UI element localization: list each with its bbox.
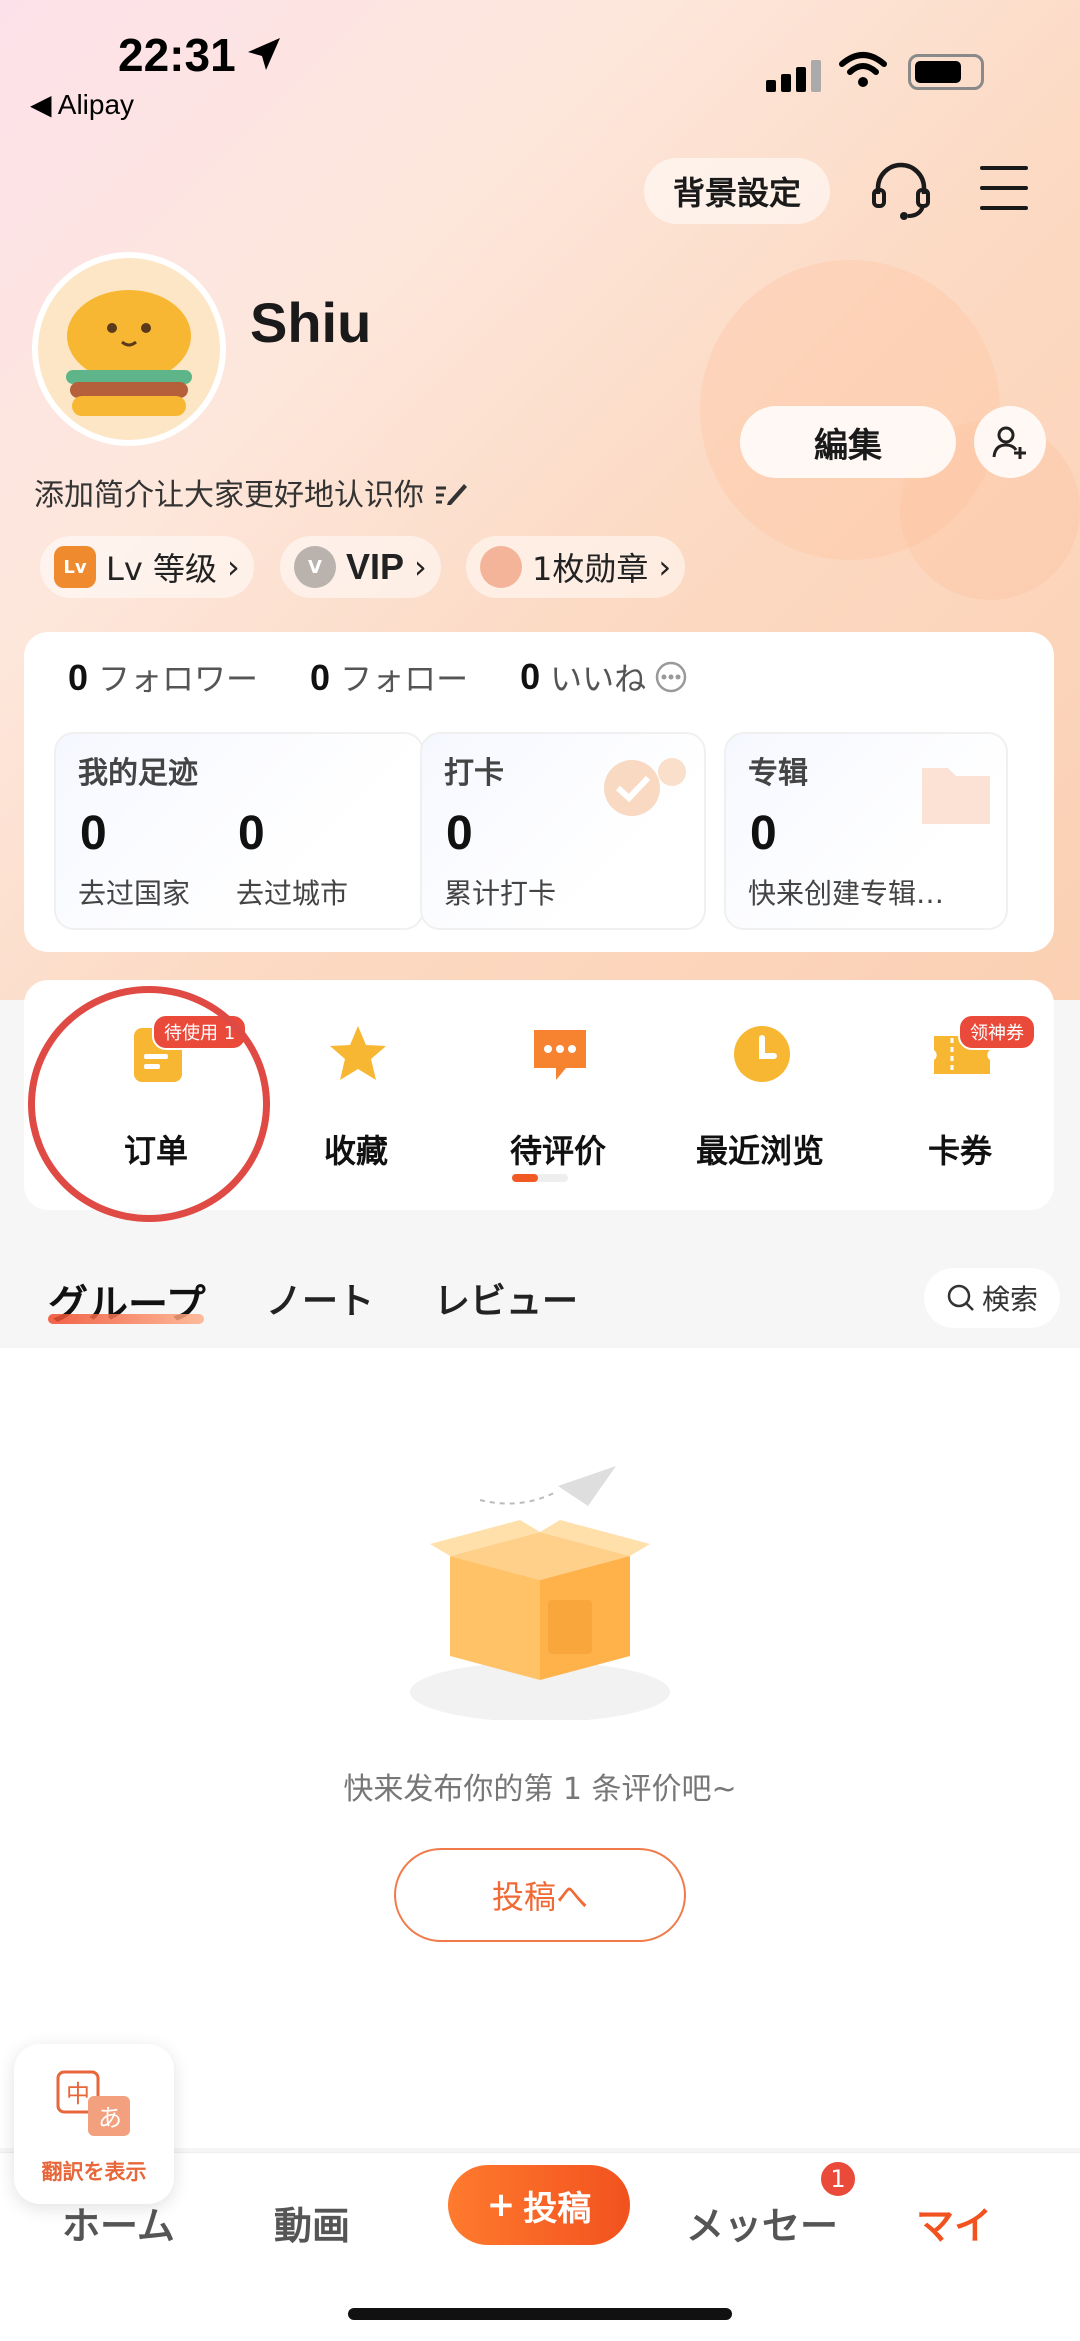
vip-chip[interactable]: V VIP › [280, 536, 441, 598]
checkin-label: 累计打卡 [444, 877, 557, 910]
album-card[interactable]: 专辑 0 快来创建专辑… [724, 732, 1008, 930]
username: Shiu [250, 291, 372, 354]
cities-count: 0 [238, 807, 265, 860]
back-to-app-link[interactable]: ◀ Alipay [30, 88, 134, 121]
coupon-badge: 领神券 [958, 1014, 1036, 1050]
clock-icon [734, 1026, 790, 1082]
checkin-icon [604, 758, 686, 816]
action-recent-views-label: 最近浏览 [695, 1132, 824, 1170]
action-favorites-label: 收藏 [323, 1132, 388, 1170]
stats-card: 0 フォロワー 0 フォロー 0 いいね 我的足迹 0 去过国家 0 去过城市 打卡 … [24, 632, 1054, 952]
level-badge-icon: Lv [54, 546, 96, 588]
cellular-signal-icon [766, 58, 822, 92]
tab-review[interactable]: レビュー [434, 1272, 578, 1324]
svg-text:中: 中 [66, 2080, 90, 2108]
action-favorites[interactable]: 收藏 [256, 980, 456, 1210]
vip-label: VIP [346, 546, 405, 587]
action-coupons[interactable]: 领神券 卡券 [860, 980, 1060, 1210]
medal-chip[interactable]: 1枚勋章 › [466, 536, 686, 598]
countries-count: 0 [80, 807, 107, 860]
footprint-title: 我的足迹 [78, 756, 198, 791]
translate-icon: 中 あ [56, 2070, 130, 2136]
medal-label: 1枚勋章 [532, 550, 649, 588]
album-title: 专辑 [748, 756, 808, 791]
tab-note[interactable]: ノート [266, 1272, 374, 1324]
message-count-badge: 1 [818, 2159, 858, 2199]
location-arrow-icon [248, 38, 280, 70]
vip-badge-icon: V [294, 546, 336, 588]
likes-stat[interactable]: 0 いいね [520, 654, 688, 700]
edit-pencil-icon [436, 484, 467, 505]
cities-label: 去过城市 [236, 877, 349, 910]
battery-icon [908, 54, 984, 90]
chevron-right-icon: › [226, 548, 240, 586]
checkin-count: 0 [446, 807, 473, 860]
checkin-card[interactable]: 打卡 0 累计打卡 [420, 732, 706, 930]
search-button[interactable]: 検索 [924, 1268, 1060, 1328]
wifi-icon [839, 52, 887, 87]
search-label: 検索 [981, 1283, 1038, 1316]
nav-mine[interactable]: マイ [916, 2195, 992, 2250]
following-stat[interactable]: 0 フォロー [310, 654, 468, 700]
bio-row[interactable]: 添加简介让大家更好地认识你 [34, 470, 468, 514]
bio-text: 添加简介让大家更好地认识你 [34, 478, 424, 513]
action-pending-review-label: 待评价 [509, 1132, 606, 1170]
plus-icon: + [486, 2185, 516, 2225]
search-icon [947, 1284, 974, 1311]
post-review-button[interactable]: 投稿へ [394, 1848, 686, 1942]
menu-icon[interactable] [980, 166, 1028, 212]
translate-label: 翻訳を表示 [41, 2160, 147, 2184]
album-folder-icon [922, 768, 990, 824]
home-indicator [348, 2308, 732, 2320]
headset-icon[interactable] [870, 160, 932, 222]
nav-messages[interactable]: メッセー [686, 2195, 838, 2250]
album-label: 快来创建专辑… [748, 877, 945, 910]
empty-state-message: 快来发布你的第 1 条评价吧~ [343, 1772, 737, 1807]
medal-icon [480, 546, 522, 588]
footprint-card[interactable]: 我的足迹 0 去过国家 0 去过城市 [54, 732, 424, 930]
album-count: 0 [750, 807, 777, 860]
countries-label: 去过国家 [78, 877, 191, 910]
nav-post-label: 投稿 [523, 2188, 592, 2229]
nav-video[interactable]: 動画 [274, 2195, 350, 2250]
follow-counts: 0 フォロワー 0 フォロー 0 いいね [68, 654, 688, 700]
followers-stat[interactable]: 0 フォロワー [68, 654, 258, 700]
edit-profile-button[interactable]: 編集 [740, 406, 956, 478]
background-setting-button[interactable]: 背景設定 [644, 158, 830, 224]
star-icon [330, 1026, 386, 1080]
add-user-icon [992, 426, 1026, 459]
nav-post-button[interactable]: + 投稿 [448, 2165, 630, 2245]
svg-text:あ: あ [98, 2104, 122, 2132]
highlight-circle-annotation [28, 986, 270, 1222]
level-chip[interactable]: Lv Lv 等级 › [40, 536, 254, 598]
comment-icon [534, 1030, 586, 1080]
level-label: Lv 等级 [106, 550, 217, 588]
avatar[interactable] [32, 252, 226, 446]
empty-box-illustration [410, 1466, 670, 1720]
burger-avatar-icon [66, 290, 192, 416]
action-coupons-label: 卡券 [927, 1132, 992, 1170]
active-tab-underline [48, 1314, 204, 1324]
chevron-right-icon: › [658, 548, 672, 586]
more-dots-icon [655, 661, 687, 693]
status-time: 22:31 [118, 29, 236, 81]
checkin-title: 打卡 [444, 756, 504, 791]
action-recent-views[interactable]: 最近浏览 [660, 980, 860, 1210]
page-indicator [512, 1174, 568, 1182]
add-friend-button[interactable] [974, 406, 1046, 478]
translate-widget[interactable]: 中 あ 翻訳を表示 [14, 2044, 174, 2204]
chevron-right-icon: › [414, 548, 427, 586]
